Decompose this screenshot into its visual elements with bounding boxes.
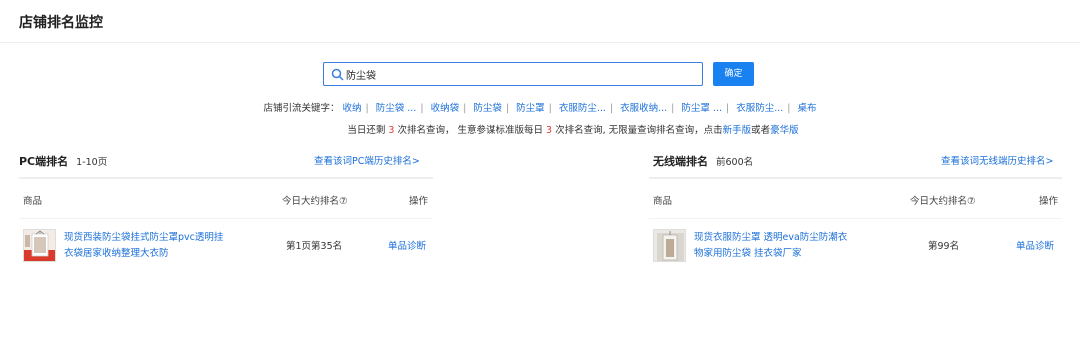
mobile-history-link[interactable]: 查看该词无线端历史排名>	[941, 153, 1053, 167]
page-title: 店铺排名监控	[19, 15, 103, 31]
column-header-rank[interactable]: 今日大约排名⑦	[910, 193, 976, 207]
product-title-link[interactable]: 现货衣服防尘罩 透明eva防尘防潮衣物家用防尘袋 挂衣袋厂家	[694, 230, 854, 262]
column-header-product: 商品	[23, 196, 43, 207]
divider	[649, 177, 1062, 179]
column-header-rank[interactable]: 今日大约排名⑦	[282, 193, 348, 207]
divider	[19, 177, 433, 179]
rank-value: 第1页第35名	[286, 241, 343, 252]
quota-text: 或者	[751, 125, 771, 136]
remaining-count: 3	[546, 125, 553, 136]
keyword-link[interactable]: 收纳	[342, 103, 361, 114]
keyword-link[interactable]: 防尘罩 ...	[681, 103, 722, 114]
keyword-link[interactable]: 衣服收纳...	[620, 103, 667, 114]
divider	[649, 218, 1062, 219]
search-input[interactable]	[346, 65, 696, 83]
keyword-bar: 店铺引流关键字： 收纳 | 防尘袋 ... | 收纳袋 | 防尘袋 | 防尘罩 | 衣服防…	[263, 103, 817, 114]
quota-text: 次排名查询, 无限量查询排名查询，点击	[555, 125, 723, 136]
pc-ranking-range: 1-10页	[76, 157, 108, 168]
column-header-action: 操作	[1039, 196, 1059, 207]
keyword-link[interactable]: 防尘袋 ...	[376, 103, 417, 114]
page-header: 店铺排名监控	[0, 0, 1080, 43]
product-title-link[interactable]: 现货西装防尘袋挂式防尘罩pvc透明挂衣袋居家收纳整理大衣防	[64, 230, 224, 262]
search-box[interactable]	[323, 62, 703, 86]
search-icon	[331, 68, 344, 81]
rank-value: 第99名	[928, 241, 960, 252]
deluxe-edition-link[interactable]: 豪华版	[770, 125, 799, 136]
mobile-ranking-title: 无线端排名 前600名	[653, 153, 753, 169]
keyword-link[interactable]: 桌布	[798, 103, 817, 114]
keyword-link[interactable]: 衣服防尘...	[559, 103, 606, 114]
keyword-link[interactable]: 收纳袋	[431, 103, 460, 114]
product-diagnosis-link[interactable]: 单品诊断	[1016, 238, 1054, 252]
query-quota-notice: 当日还剩 3 次排名查询， 生意参谋标准版每日 3 次排名查询, 无限量查询排名…	[0, 122, 1080, 136]
column-header-action: 操作	[409, 196, 429, 207]
mobile-ranking-range: 前600名	[716, 157, 754, 168]
mobile-ranking-heading: 无线端排名	[653, 155, 708, 168]
product-diagnosis-link[interactable]: 单品诊断	[388, 238, 426, 252]
quota-text: 次排名查询， 生意参谋标准版每日	[397, 125, 543, 136]
keyword-link[interactable]: 防尘罩	[516, 103, 545, 114]
pc-ranking-title: PC端排名 1-10页	[19, 153, 107, 169]
quota-text: 当日还剩	[347, 125, 386, 136]
product-thumbnail[interactable]	[23, 229, 56, 262]
confirm-button[interactable]: 确定	[713, 62, 754, 86]
remaining-count: 3	[388, 125, 395, 136]
keyword-link[interactable]: 防尘袋	[473, 103, 502, 114]
beginner-edition-link[interactable]: 新手版	[723, 125, 752, 136]
keyword-label: 店铺引流关键字：	[263, 103, 340, 114]
product-thumbnail[interactable]	[653, 229, 686, 262]
keyword-link[interactable]: 衣服防尘...	[736, 103, 783, 114]
pc-ranking-heading: PC端排名	[19, 155, 69, 168]
column-header-product: 商品	[653, 196, 673, 207]
pc-history-link[interactable]: 查看该词PC端历史排名>	[314, 153, 420, 167]
divider	[19, 218, 433, 219]
